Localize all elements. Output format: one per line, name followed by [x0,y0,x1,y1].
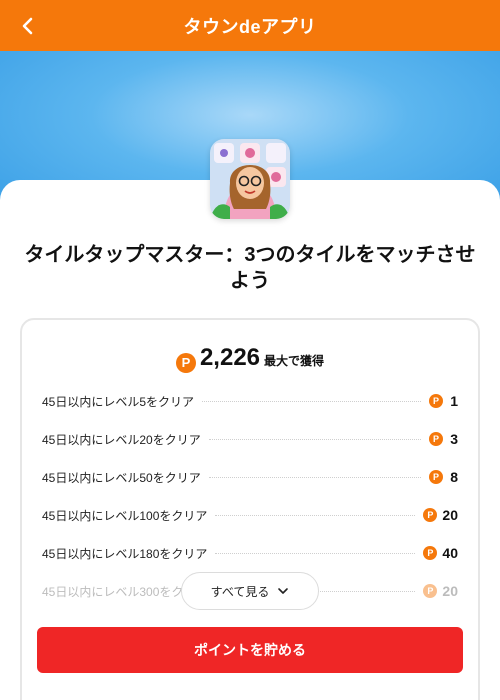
divider [208,476,421,478]
app-icon [210,139,290,219]
point-coin-icon: P [429,432,443,446]
total-reward: P 2,226 最大で獲得 [0,344,500,373]
point-coin-icon: P [429,394,443,408]
see-all-label: すべて見る [210,584,270,599]
task-row: 45日以内にレベル5をクリア P 1 [42,382,458,420]
task-label: 45日以内にレベル100をクリア [42,508,208,523]
app-header: タウンdeアプリ [0,0,500,51]
save-points-button[interactable]: ポイントを貯める [37,627,463,673]
header-title: タウンdeアプリ [183,16,317,37]
task-points: 40 [442,545,458,561]
task-points: 20 [442,507,458,523]
app-title: タイルタップマスター：3つのタイルをマッチさせよう [24,244,476,292]
back-button[interactable] [14,12,42,40]
task-row: 45日以内にレベル100をクリア P 20 [42,496,458,534]
point-coin-icon: P [423,546,438,560]
task-points: 20 [442,583,458,599]
task-row: 45日以内にレベル50をクリア P 8 [42,458,458,496]
chevron-left-icon [22,17,33,35]
task-row: 45日以内にレベル20をクリア P 3 [42,420,458,458]
task-row: 45日以内にレベル180をクリア P 40 [42,534,458,572]
task-label: 45日以内にレベル5をクリア [42,394,195,409]
divider [202,400,421,402]
divider [215,552,416,554]
point-coin-icon: P [429,470,443,484]
total-suffix: 最大で獲得 [264,354,325,368]
chevron-down-icon [278,588,289,594]
total-points: 2,226 [199,344,261,371]
see-all-button[interactable]: すべて見る [181,572,319,610]
point-coin-icon: P [423,508,438,522]
divider [208,438,421,440]
task-label: 45日以内にレベル20をクリア [42,432,201,447]
task-label: 45日以内にレベル180をクリア [42,546,208,561]
task-points: 3 [450,431,458,447]
task-label: 45日以内にレベル50をクリア [42,470,201,485]
divider [215,514,416,516]
point-coin-icon: P [423,584,438,598]
task-points: 8 [450,469,458,485]
point-coin-icon: P [175,352,196,373]
task-points: 1 [450,393,458,409]
